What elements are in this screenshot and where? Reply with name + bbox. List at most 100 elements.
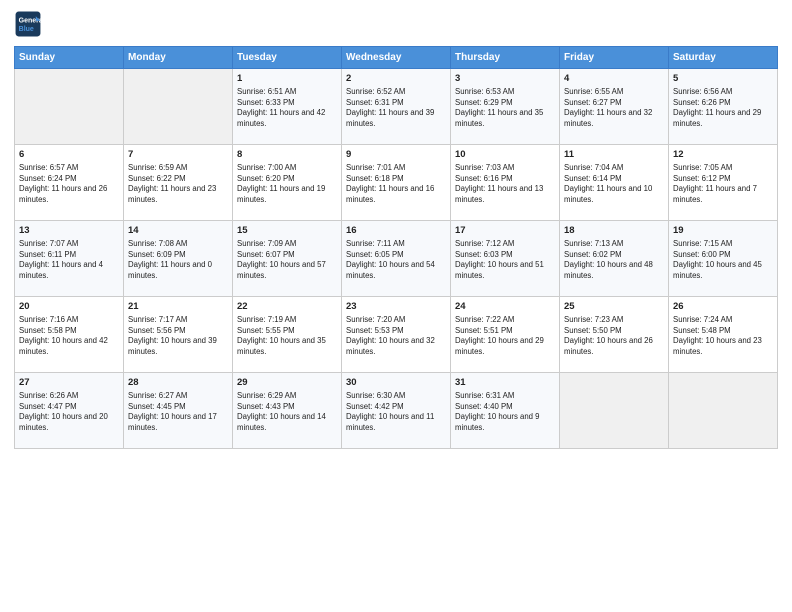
day-detail: Sunrise: 7:05 AM Sunset: 6:12 PM Dayligh…: [673, 163, 757, 204]
day-detail: Sunrise: 6:26 AM Sunset: 4:47 PM Dayligh…: [19, 391, 108, 432]
dow-header-saturday: Saturday: [669, 47, 778, 69]
day-number: 12: [673, 149, 773, 162]
day-detail: Sunrise: 7:00 AM Sunset: 6:20 PM Dayligh…: [237, 163, 325, 204]
day-detail: Sunrise: 7:23 AM Sunset: 5:50 PM Dayligh…: [564, 315, 653, 356]
dow-header-monday: Monday: [124, 47, 233, 69]
week-row-4: 20Sunrise: 7:16 AM Sunset: 5:58 PM Dayli…: [15, 297, 778, 373]
calendar-cell: 9Sunrise: 7:01 AM Sunset: 6:18 PM Daylig…: [342, 145, 451, 221]
day-detail: Sunrise: 7:24 AM Sunset: 5:48 PM Dayligh…: [673, 315, 762, 356]
day-detail: Sunrise: 7:07 AM Sunset: 6:11 PM Dayligh…: [19, 239, 103, 280]
svg-text:Blue: Blue: [19, 26, 34, 33]
day-number: 9: [346, 149, 446, 162]
day-detail: Sunrise: 7:03 AM Sunset: 6:16 PM Dayligh…: [455, 163, 543, 204]
day-number: 23: [346, 301, 446, 314]
day-number: 3: [455, 73, 555, 86]
day-number: 17: [455, 225, 555, 238]
calendar-cell: 11Sunrise: 7:04 AM Sunset: 6:14 PM Dayli…: [560, 145, 669, 221]
page: General Blue SundayMondayTuesdayWednesda…: [0, 0, 792, 612]
day-detail: Sunrise: 7:15 AM Sunset: 6:00 PM Dayligh…: [673, 239, 762, 280]
day-number: 14: [128, 225, 228, 238]
calendar-cell: 2Sunrise: 6:52 AM Sunset: 6:31 PM Daylig…: [342, 69, 451, 145]
day-number: 5: [673, 73, 773, 86]
day-number: 11: [564, 149, 664, 162]
day-number: 30: [346, 377, 446, 390]
calendar-cell: 16Sunrise: 7:11 AM Sunset: 6:05 PM Dayli…: [342, 221, 451, 297]
day-detail: Sunrise: 6:59 AM Sunset: 6:22 PM Dayligh…: [128, 163, 216, 204]
day-number: 13: [19, 225, 119, 238]
calendar-cell: 8Sunrise: 7:00 AM Sunset: 6:20 PM Daylig…: [233, 145, 342, 221]
day-detail: Sunrise: 6:57 AM Sunset: 6:24 PM Dayligh…: [19, 163, 107, 204]
day-detail: Sunrise: 6:29 AM Sunset: 4:43 PM Dayligh…: [237, 391, 326, 432]
day-detail: Sunrise: 7:09 AM Sunset: 6:07 PM Dayligh…: [237, 239, 326, 280]
calendar-cell: 24Sunrise: 7:22 AM Sunset: 5:51 PM Dayli…: [451, 297, 560, 373]
calendar-cell: 1Sunrise: 6:51 AM Sunset: 6:33 PM Daylig…: [233, 69, 342, 145]
week-row-3: 13Sunrise: 7:07 AM Sunset: 6:11 PM Dayli…: [15, 221, 778, 297]
day-number: 31: [455, 377, 555, 390]
week-row-2: 6Sunrise: 6:57 AM Sunset: 6:24 PM Daylig…: [15, 145, 778, 221]
day-number: 28: [128, 377, 228, 390]
day-detail: Sunrise: 6:53 AM Sunset: 6:29 PM Dayligh…: [455, 87, 543, 128]
calendar-cell: 26Sunrise: 7:24 AM Sunset: 5:48 PM Dayli…: [669, 297, 778, 373]
header: General Blue: [14, 10, 778, 38]
day-detail: Sunrise: 6:56 AM Sunset: 6:26 PM Dayligh…: [673, 87, 761, 128]
calendar-cell: 27Sunrise: 6:26 AM Sunset: 4:47 PM Dayli…: [15, 373, 124, 449]
day-detail: Sunrise: 7:22 AM Sunset: 5:51 PM Dayligh…: [455, 315, 544, 356]
calendar-cell: 28Sunrise: 6:27 AM Sunset: 4:45 PM Dayli…: [124, 373, 233, 449]
day-detail: Sunrise: 6:27 AM Sunset: 4:45 PM Dayligh…: [128, 391, 217, 432]
calendar-cell: 17Sunrise: 7:12 AM Sunset: 6:03 PM Dayli…: [451, 221, 560, 297]
day-detail: Sunrise: 6:51 AM Sunset: 6:33 PM Dayligh…: [237, 87, 325, 128]
day-number: 26: [673, 301, 773, 314]
calendar-cell: 15Sunrise: 7:09 AM Sunset: 6:07 PM Dayli…: [233, 221, 342, 297]
day-detail: Sunrise: 7:20 AM Sunset: 5:53 PM Dayligh…: [346, 315, 435, 356]
calendar-cell: 29Sunrise: 6:29 AM Sunset: 4:43 PM Dayli…: [233, 373, 342, 449]
day-number: 21: [128, 301, 228, 314]
calendar-cell: 4Sunrise: 6:55 AM Sunset: 6:27 PM Daylig…: [560, 69, 669, 145]
day-number: 4: [564, 73, 664, 86]
dow-header-tuesday: Tuesday: [233, 47, 342, 69]
dow-header-sunday: Sunday: [15, 47, 124, 69]
calendar-cell: 30Sunrise: 6:30 AM Sunset: 4:42 PM Dayli…: [342, 373, 451, 449]
day-number: 8: [237, 149, 337, 162]
day-detail: Sunrise: 7:12 AM Sunset: 6:03 PM Dayligh…: [455, 239, 544, 280]
calendar-cell: 25Sunrise: 7:23 AM Sunset: 5:50 PM Dayli…: [560, 297, 669, 373]
dow-header-wednesday: Wednesday: [342, 47, 451, 69]
day-detail: Sunrise: 7:01 AM Sunset: 6:18 PM Dayligh…: [346, 163, 434, 204]
day-number: 25: [564, 301, 664, 314]
dow-header-friday: Friday: [560, 47, 669, 69]
day-number: 27: [19, 377, 119, 390]
day-detail: Sunrise: 6:30 AM Sunset: 4:42 PM Dayligh…: [346, 391, 434, 432]
svg-text:General: General: [19, 17, 42, 24]
dow-header-thursday: Thursday: [451, 47, 560, 69]
day-number: 19: [673, 225, 773, 238]
day-detail: Sunrise: 7:08 AM Sunset: 6:09 PM Dayligh…: [128, 239, 212, 280]
week-row-5: 27Sunrise: 6:26 AM Sunset: 4:47 PM Dayli…: [15, 373, 778, 449]
calendar-cell: 31Sunrise: 6:31 AM Sunset: 4:40 PM Dayli…: [451, 373, 560, 449]
calendar-cell: 10Sunrise: 7:03 AM Sunset: 6:16 PM Dayli…: [451, 145, 560, 221]
day-detail: Sunrise: 6:31 AM Sunset: 4:40 PM Dayligh…: [455, 391, 540, 432]
calendar-cell: 18Sunrise: 7:13 AM Sunset: 6:02 PM Dayli…: [560, 221, 669, 297]
day-number: 2: [346, 73, 446, 86]
day-number: 7: [128, 149, 228, 162]
calendar-cell: 13Sunrise: 7:07 AM Sunset: 6:11 PM Dayli…: [15, 221, 124, 297]
calendar-cell: 7Sunrise: 6:59 AM Sunset: 6:22 PM Daylig…: [124, 145, 233, 221]
logo-icon: General Blue: [14, 10, 42, 38]
day-number: 20: [19, 301, 119, 314]
calendar-cell: 3Sunrise: 6:53 AM Sunset: 6:29 PM Daylig…: [451, 69, 560, 145]
days-of-week-row: SundayMondayTuesdayWednesdayThursdayFrid…: [15, 47, 778, 69]
calendar-cell: 23Sunrise: 7:20 AM Sunset: 5:53 PM Dayli…: [342, 297, 451, 373]
day-number: 6: [19, 149, 119, 162]
day-number: 1: [237, 73, 337, 86]
calendar-cell: [560, 373, 669, 449]
day-number: 24: [455, 301, 555, 314]
calendar-cell: [15, 69, 124, 145]
day-number: 15: [237, 225, 337, 238]
calendar-cell: 5Sunrise: 6:56 AM Sunset: 6:26 PM Daylig…: [669, 69, 778, 145]
calendar-cell: 19Sunrise: 7:15 AM Sunset: 6:00 PM Dayli…: [669, 221, 778, 297]
day-detail: Sunrise: 7:19 AM Sunset: 5:55 PM Dayligh…: [237, 315, 326, 356]
calendar-cell: 14Sunrise: 7:08 AM Sunset: 6:09 PM Dayli…: [124, 221, 233, 297]
day-number: 18: [564, 225, 664, 238]
logo: General Blue: [14, 10, 42, 38]
calendar-cell: 21Sunrise: 7:17 AM Sunset: 5:56 PM Dayli…: [124, 297, 233, 373]
calendar-table: SundayMondayTuesdayWednesdayThursdayFrid…: [14, 46, 778, 449]
day-number: 10: [455, 149, 555, 162]
